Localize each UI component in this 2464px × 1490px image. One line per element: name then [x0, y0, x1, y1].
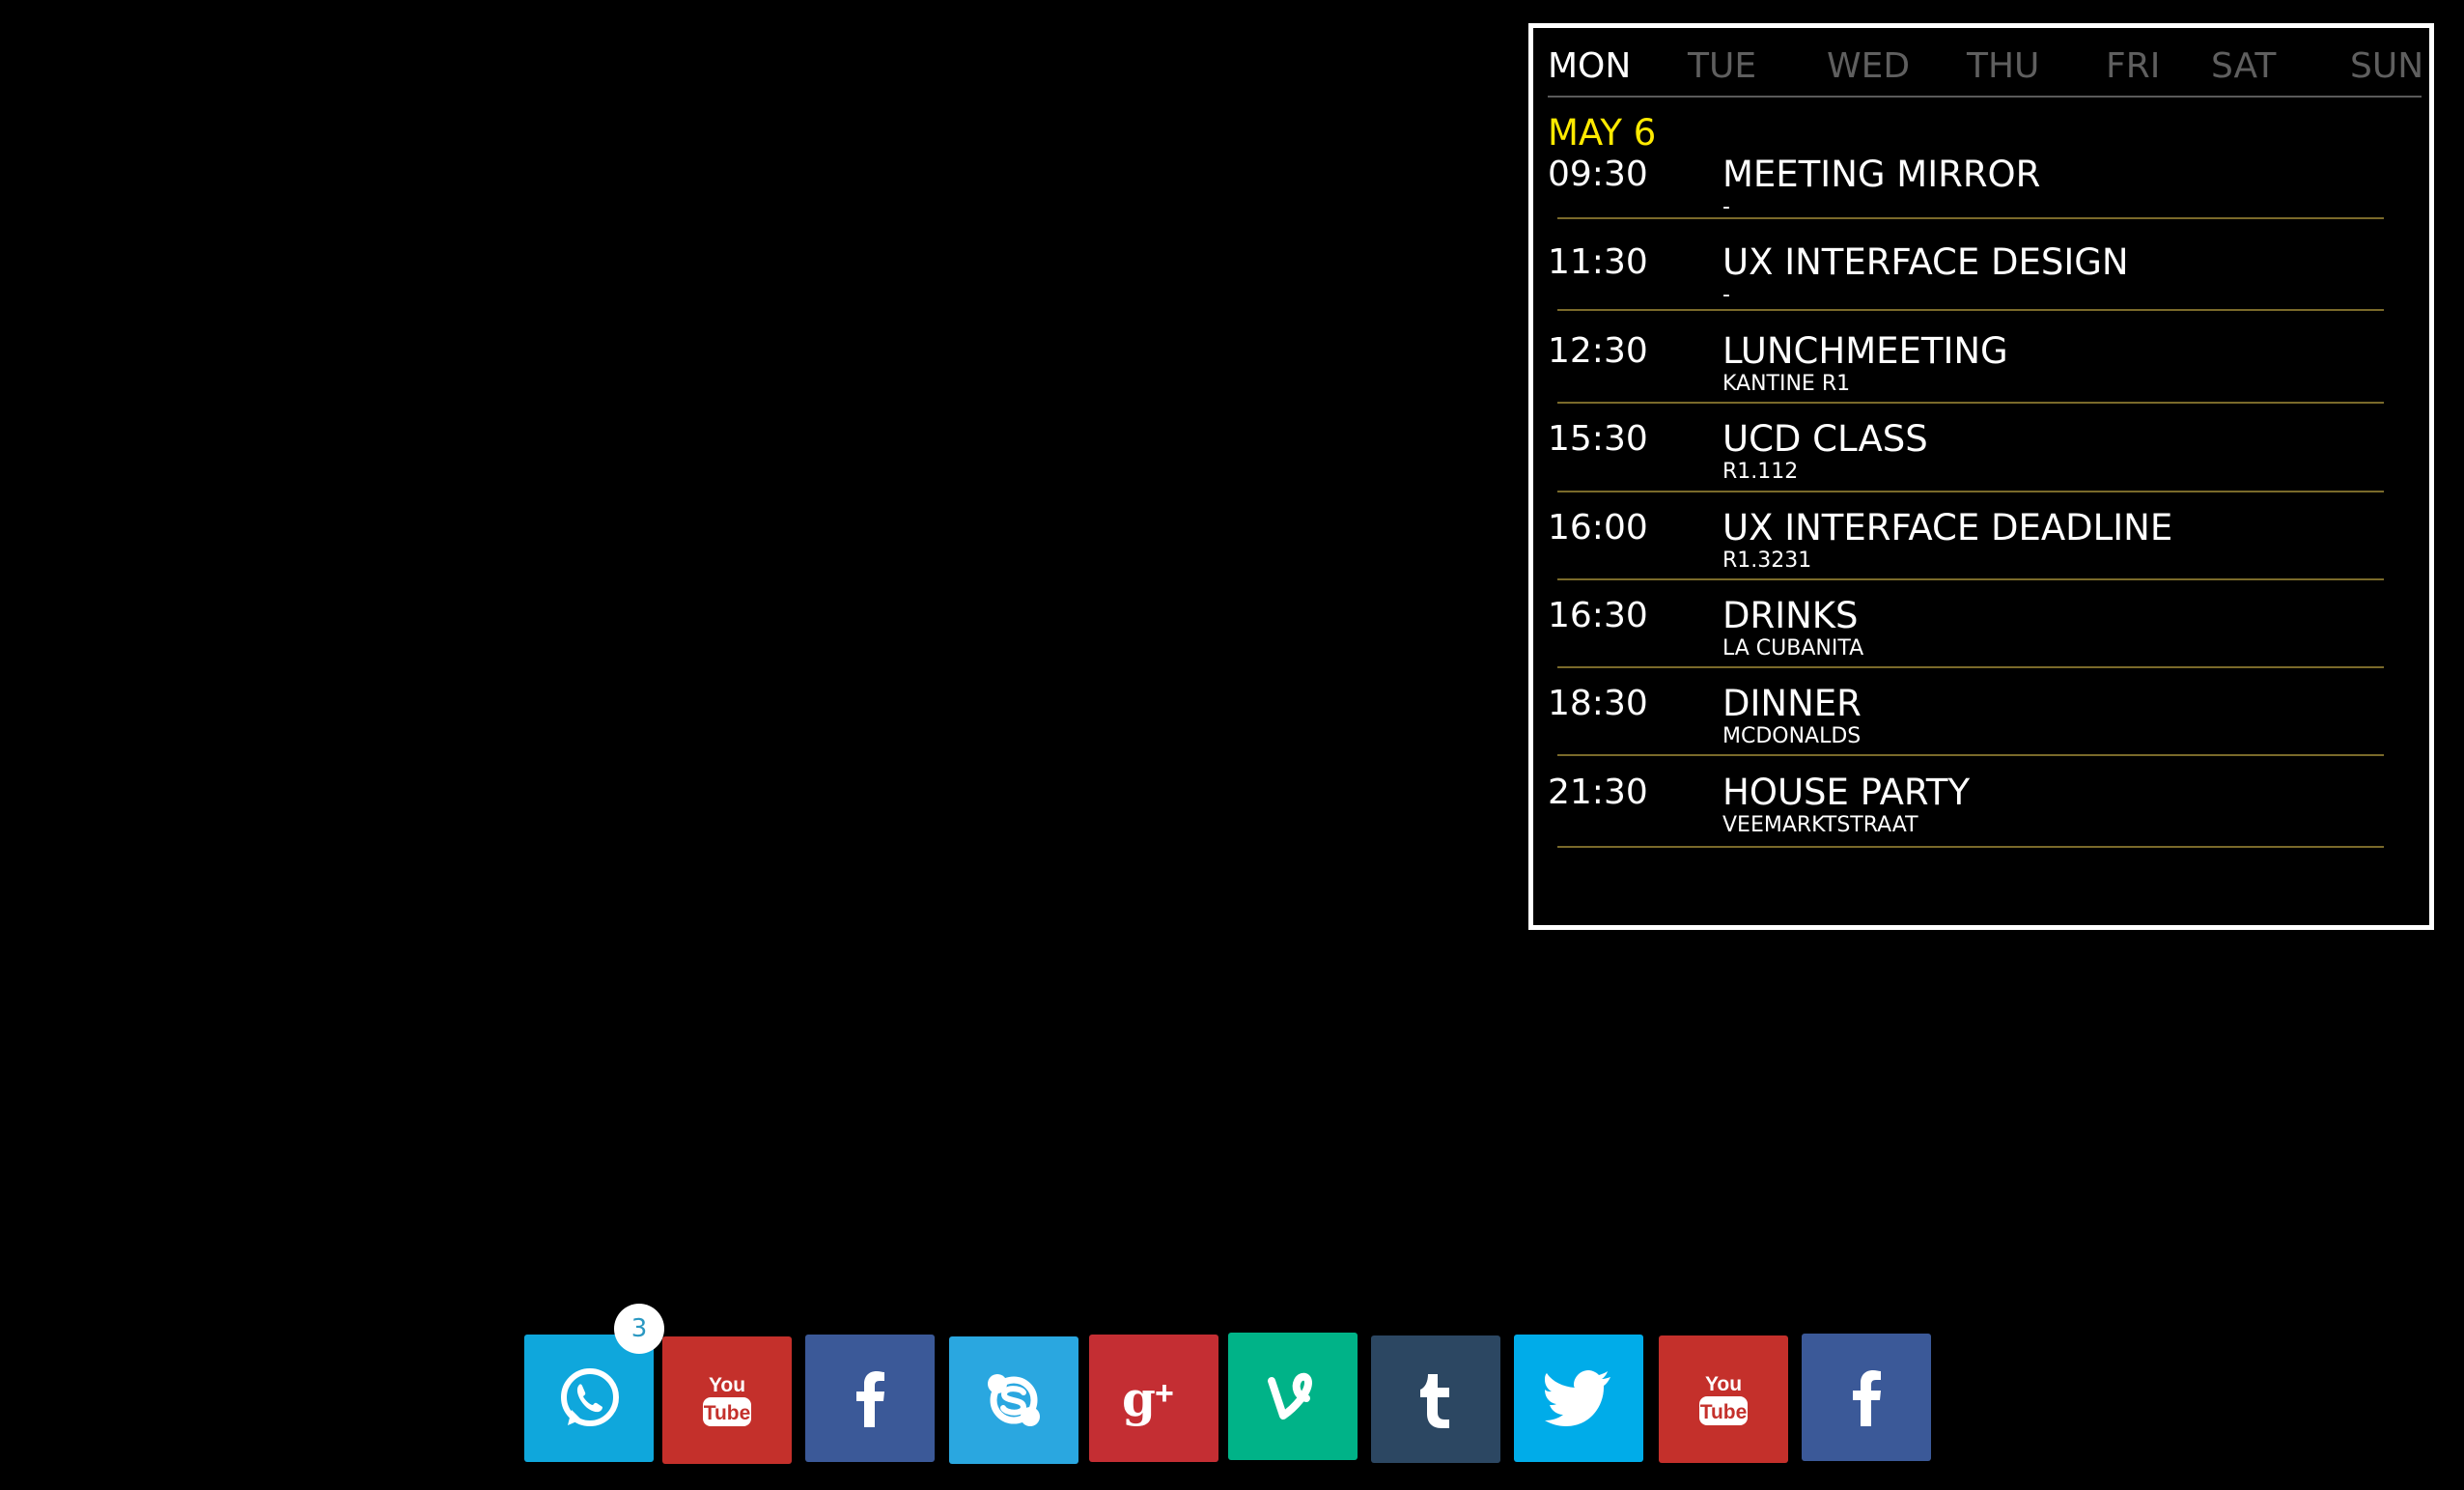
facebook-icon — [1853, 1370, 1881, 1426]
event-item[interactable]: 09:30 MEETING MIRROR - — [1548, 152, 2397, 240]
google-plus-button[interactable]: g + — [1089, 1335, 1218, 1462]
event-title: DRINKS — [1722, 595, 1859, 636]
tab-sunday[interactable]: SUN — [2350, 38, 2423, 96]
facebook-button[interactable] — [805, 1335, 935, 1462]
event-time: 11:30 — [1548, 242, 1648, 282]
tab-saturday[interactable]: SAT — [2211, 38, 2276, 96]
tumblr-icon — [1420, 1374, 1449, 1428]
youtube-icon: You Tube — [703, 1374, 751, 1426]
vine-button[interactable] — [1228, 1333, 1358, 1460]
vine-icon — [1268, 1372, 1312, 1420]
event-location: LA CUBANITA — [1722, 636, 1864, 661]
google-plus-icon: g + — [1122, 1370, 1174, 1427]
event-divider — [1557, 217, 2384, 219]
skype-icon — [988, 1374, 1040, 1426]
svg-text:You: You — [709, 1374, 745, 1396]
selected-date: MAY 6 — [1548, 112, 1657, 154]
event-location: KANTINE R1 — [1722, 372, 1851, 396]
svg-text:Tube: Tube — [1700, 1401, 1748, 1423]
event-divider — [1557, 846, 2384, 848]
event-time: 09:30 — [1548, 155, 1648, 194]
event-divider — [1557, 402, 2384, 404]
event-divider — [1557, 309, 2384, 311]
event-divider — [1557, 666, 2384, 668]
event-title: DINNER — [1722, 683, 1862, 724]
tumblr-button[interactable] — [1371, 1335, 1500, 1463]
tab-monday[interactable]: MON — [1548, 38, 1631, 96]
facebook-button[interactable] — [1802, 1334, 1931, 1461]
whatsapp-button[interactable] — [524, 1335, 654, 1462]
event-location: VEEMARKTSTRAAT — [1722, 813, 1918, 837]
event-time: 21:30 — [1548, 773, 1648, 812]
event-time: 12:30 — [1548, 331, 1648, 371]
event-divider — [1557, 491, 2384, 492]
event-title: UCD CLASS — [1722, 418, 1928, 460]
smart-mirror-screen: MON TUE WED THU FRI SAT SUN MAY 6 09:30 … — [0, 0, 2464, 1490]
facebook-icon — [856, 1371, 884, 1427]
event-location: MCDONALDS — [1722, 724, 1862, 748]
event-title: UX INTERFACE DESIGN — [1722, 241, 2129, 283]
event-item[interactable]: 12:30 LUNCHMEETING KANTINE R1 — [1548, 328, 2397, 417]
event-divider — [1557, 578, 2384, 580]
event-location: R1.112 — [1722, 460, 1799, 484]
svg-text:g: g — [1122, 1370, 1156, 1427]
event-location: R1.3231 — [1722, 548, 1812, 573]
event-time: 16:30 — [1548, 596, 1648, 635]
event-title: LUNCHMEETING — [1722, 330, 2008, 372]
event-time: 18:30 — [1548, 684, 1648, 723]
event-divider — [1557, 754, 2384, 756]
tab-thursday[interactable]: THU — [1967, 38, 2039, 96]
calendar-widget: MON TUE WED THU FRI SAT SUN MAY 6 09:30 … — [1528, 23, 2434, 930]
event-item[interactable]: 16:30 DRINKS LA CUBANITA — [1548, 593, 2397, 682]
event-location: - — [1722, 283, 1730, 307]
event-title: MEETING MIRROR — [1722, 154, 2041, 195]
svg-text:You: You — [1705, 1373, 1742, 1395]
youtube-button[interactable]: You Tube — [1659, 1335, 1788, 1463]
svg-text:+: + — [1155, 1375, 1174, 1412]
event-item[interactable]: 18:30 DINNER MCDONALDS — [1548, 681, 2397, 770]
youtube-icon: You Tube — [1699, 1373, 1748, 1425]
event-item[interactable]: 16:00 UX INTERFACE DEADLINE R1.3231 — [1548, 505, 2397, 594]
day-tabs: MON TUE WED THU FRI SAT SUN — [1548, 38, 2423, 98]
notification-badge: 3 — [614, 1304, 664, 1354]
whatsapp-icon — [561, 1368, 619, 1426]
svg-text:Tube: Tube — [704, 1402, 751, 1424]
tab-friday[interactable]: FRI — [2106, 38, 2160, 96]
event-title: HOUSE PARTY — [1722, 772, 1971, 813]
event-time: 16:00 — [1548, 508, 1648, 548]
twitter-icon — [1545, 1370, 1610, 1426]
event-item[interactable]: 11:30 UX INTERFACE DESIGN - — [1548, 239, 2397, 328]
event-time: 15:30 — [1548, 419, 1648, 459]
event-title: UX INTERFACE DEADLINE — [1722, 507, 2173, 548]
twitter-button[interactable] — [1514, 1335, 1643, 1462]
tab-wednesday[interactable]: WED — [1827, 38, 1910, 96]
youtube-button[interactable]: You Tube — [662, 1336, 792, 1464]
skype-button[interactable] — [949, 1336, 1078, 1464]
tab-tuesday[interactable]: TUE — [1688, 38, 1756, 96]
